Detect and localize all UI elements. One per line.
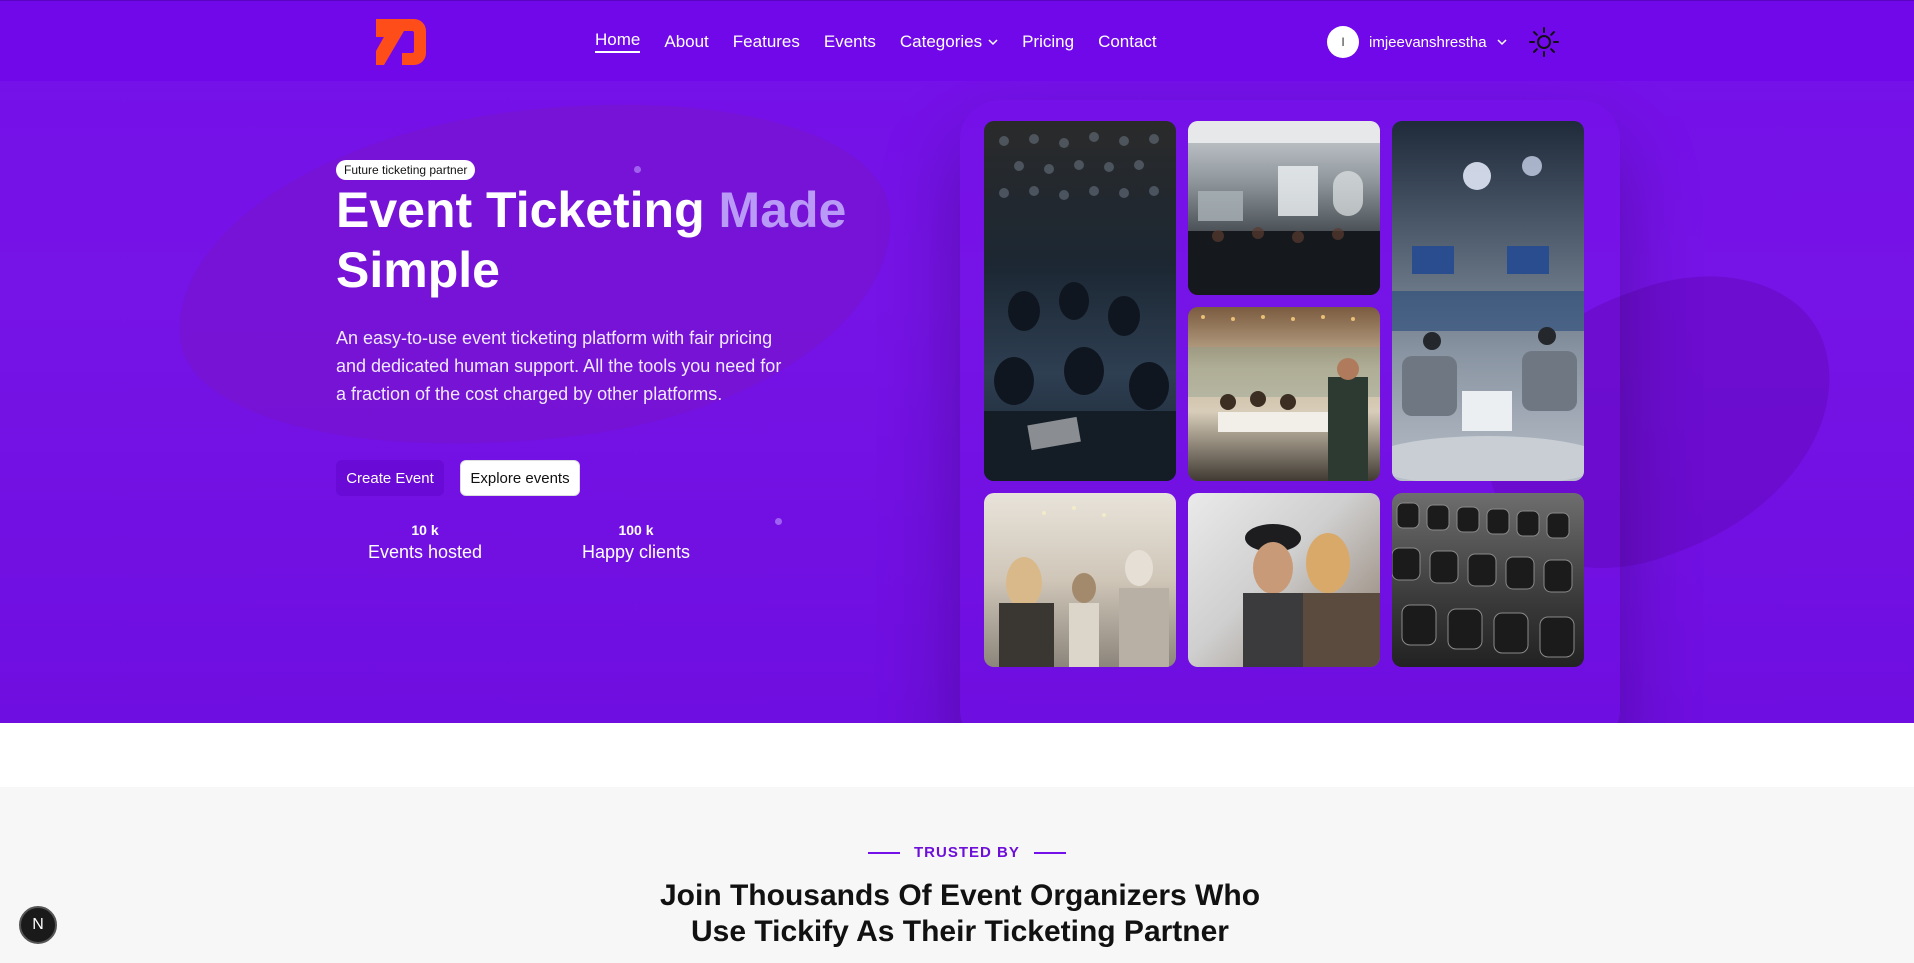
trusted-heading-line1: Join Thousands Of Event Organizers Who (659, 879, 1261, 912)
username: imjeevanshrestha (1369, 33, 1487, 51)
nav-link-features[interactable]: Features (733, 30, 800, 53)
stat-events-hosted: 10 k Events hosted (365, 522, 485, 563)
hero-title-fade: Made (718, 182, 847, 238)
trusted-by-text: TRUSTED BY (914, 844, 1020, 861)
sun-icon[interactable] (1528, 26, 1560, 58)
chevron-down-icon (1497, 39, 1507, 46)
nav-link-contact[interactable]: Contact (1098, 30, 1157, 53)
decorative-dot (634, 166, 641, 173)
stat-value: 10 k (411, 522, 439, 538)
hero-title-part1: Event Ticketing (336, 182, 705, 238)
create-event-button[interactable]: Create Event (336, 460, 444, 496)
photo-empty-chairs (1392, 493, 1584, 667)
nav-link-events[interactable]: Events (824, 30, 876, 53)
hero-badge: Future ticketing partner (336, 160, 476, 180)
stat-value: 100 k (618, 522, 654, 538)
hero-description: An easy-to-use event ticketing platform … (336, 328, 782, 404)
stat-label: Happy clients (581, 542, 691, 562)
stat-happy-clients: 100 k Happy clients (575, 522, 697, 563)
explore-events-button[interactable]: Explore events (460, 460, 580, 496)
photo-dinner-talk (1188, 307, 1380, 481)
hero-section: Future ticketing partner Event Ticketing… (0, 0, 1914, 723)
hero-title: Event Ticketing Made Simple (336, 180, 896, 300)
photo-laughing-women (1188, 493, 1380, 667)
chevron-down-icon (988, 38, 998, 45)
avatar: I (1327, 26, 1359, 58)
divider (868, 851, 900, 854)
divider (1033, 851, 1066, 854)
photo-crowd-women (984, 493, 1176, 667)
hero-title-part2: Simple (336, 242, 500, 298)
trusted-heading-line2: Use Tickify As Their Ticketing Partner (691, 915, 1229, 948)
nav-link-about[interactable]: About (664, 30, 708, 53)
section-spacer (0, 723, 1914, 787)
photo-panel-discussion (1392, 121, 1584, 481)
trusted-heading: Join Thousands Of Event Organizers Who U… (600, 878, 1320, 950)
stat-label: Events hosted (367, 542, 483, 562)
nav-link-categories-label: Categories (899, 31, 983, 51)
nav-link-home[interactable]: Home (595, 30, 641, 53)
user-menu[interactable]: I imjeevanshrestha (1327, 26, 1507, 58)
navbar: Home About Features Events Categories Pr… (0, 0, 1914, 81)
nav-link-pricing[interactable]: Pricing (1022, 30, 1074, 53)
nav-links: Home About Features Events Categories Pr… (595, 30, 1157, 53)
photo-conference-hall (1188, 121, 1380, 295)
photo-audience (984, 121, 1176, 481)
nav-link-categories[interactable]: Categories (900, 30, 998, 53)
trusted-by-label: TRUSTED BY (868, 844, 1066, 861)
decorative-dot (775, 518, 782, 525)
nextjs-dev-badge[interactable]: N (19, 906, 57, 944)
tickify-logo-icon[interactable] (374, 17, 426, 67)
